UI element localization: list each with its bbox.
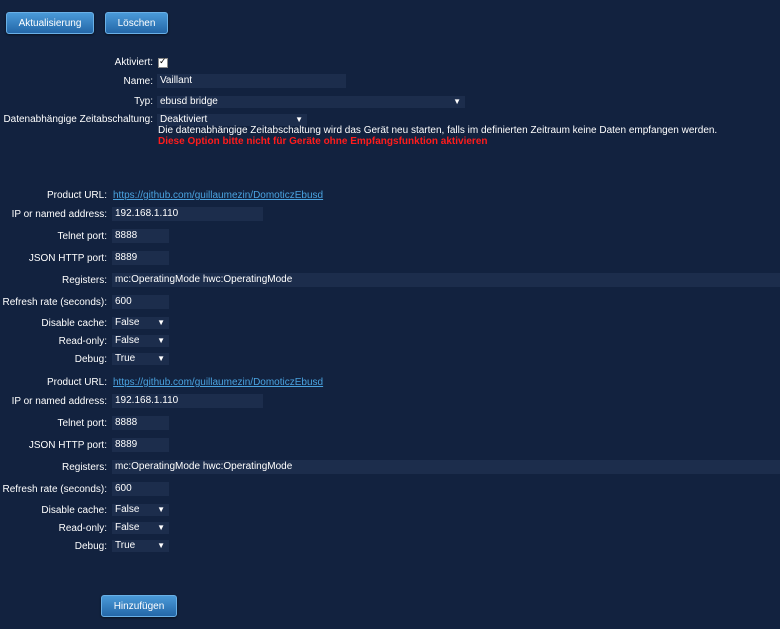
- debug-label: Debug:: [74, 541, 107, 552]
- add-button[interactable]: Hinzufügen: [101, 595, 177, 617]
- timeout-label: Datenabhängige Zeitabschaltung:: [3, 114, 153, 125]
- enabled-label: Aktiviert:: [114, 57, 153, 68]
- refresh-rate-label: Refresh rate (seconds):: [2, 484, 108, 495]
- chevron-down-icon: ▼: [453, 97, 461, 106]
- type-label: Typ:: [134, 96, 153, 107]
- disable-cache-select[interactable]: False ▼: [112, 317, 169, 329]
- chevron-down-icon: ▼: [157, 354, 165, 363]
- timeout-warning: Diese Option bitte nicht für Geräte ohne…: [158, 136, 488, 147]
- json-port-input[interactable]: 8889: [112, 251, 169, 265]
- telnet-port-label: Telnet port:: [57, 231, 107, 242]
- disable-cache-label: Disable cache:: [41, 318, 107, 329]
- ip-label: IP or named address:: [11, 396, 107, 407]
- name-input[interactable]: Vaillant: [157, 74, 346, 88]
- json-port-label: JSON HTTP port:: [28, 253, 107, 264]
- type-select-value: ebusd bridge: [160, 96, 218, 107]
- registers-label: Registers:: [61, 275, 107, 286]
- json-port-input[interactable]: 8889: [112, 438, 169, 452]
- read-only-label: Read-only:: [58, 336, 107, 347]
- chevron-down-icon: ▼: [157, 523, 165, 532]
- read-only-value: False: [115, 522, 140, 533]
- chevron-down-icon: ▼: [157, 541, 165, 550]
- registers-input[interactable]: mc:OperatingMode hwc:OperatingMode: [112, 460, 780, 474]
- refresh-rate-input[interactable]: 600: [112, 482, 169, 496]
- refresh-rate-label: Refresh rate (seconds):: [2, 297, 108, 308]
- read-only-label: Read-only:: [58, 523, 107, 534]
- registers-input[interactable]: mc:OperatingMode hwc:OperatingMode: [112, 273, 780, 287]
- product-url-label: Product URL:: [46, 190, 107, 201]
- disable-cache-label: Disable cache:: [41, 505, 107, 516]
- checkmark-icon: ✓: [159, 56, 167, 66]
- read-only-value: False: [115, 335, 140, 346]
- refresh-rate-input[interactable]: 600: [112, 295, 169, 309]
- disable-cache-value: False: [115, 504, 140, 515]
- chevron-down-icon: ▼: [157, 505, 165, 514]
- debug-value: True: [115, 353, 136, 364]
- product-url-label: Product URL:: [46, 377, 107, 388]
- chevron-down-icon: ▼: [157, 336, 165, 345]
- update-button[interactable]: Aktualisierung: [6, 12, 94, 34]
- delete-button[interactable]: Löschen: [105, 12, 168, 34]
- disable-cache-value: False: [115, 317, 140, 328]
- product-url-link[interactable]: https://github.com/guillaumezin/Domoticz…: [113, 190, 323, 201]
- debug-select[interactable]: True ▼: [112, 353, 169, 365]
- telnet-port-input[interactable]: 8888: [112, 229, 169, 243]
- timeout-select-value: Deaktiviert: [160, 114, 208, 125]
- ip-input[interactable]: 192.168.1.110: [112, 207, 263, 221]
- registers-label: Registers:: [61, 462, 107, 473]
- disable-cache-select[interactable]: False ▼: [112, 504, 169, 516]
- telnet-port-label: Telnet port:: [57, 418, 107, 429]
- name-label: Name:: [123, 76, 153, 87]
- ip-label: IP or named address:: [11, 209, 107, 220]
- chevron-down-icon: ▼: [157, 318, 165, 327]
- type-select[interactable]: ebusd bridge ▼: [157, 96, 465, 108]
- debug-value: True: [115, 540, 136, 551]
- json-port-label: JSON HTTP port:: [28, 440, 107, 451]
- timeout-note: Die datenabhängige Zeitabschaltung wird …: [158, 125, 718, 136]
- debug-label: Debug:: [74, 354, 107, 365]
- telnet-port-input[interactable]: 8888: [112, 416, 169, 430]
- product-url-link[interactable]: https://github.com/guillaumezin/Domoticz…: [113, 377, 323, 388]
- read-only-select[interactable]: False ▼: [112, 335, 169, 347]
- enabled-checkbox[interactable]: ✓: [158, 56, 168, 68]
- read-only-select[interactable]: False ▼: [112, 522, 169, 534]
- ip-input[interactable]: 192.168.1.110: [112, 394, 263, 408]
- debug-select[interactable]: True ▼: [112, 540, 169, 552]
